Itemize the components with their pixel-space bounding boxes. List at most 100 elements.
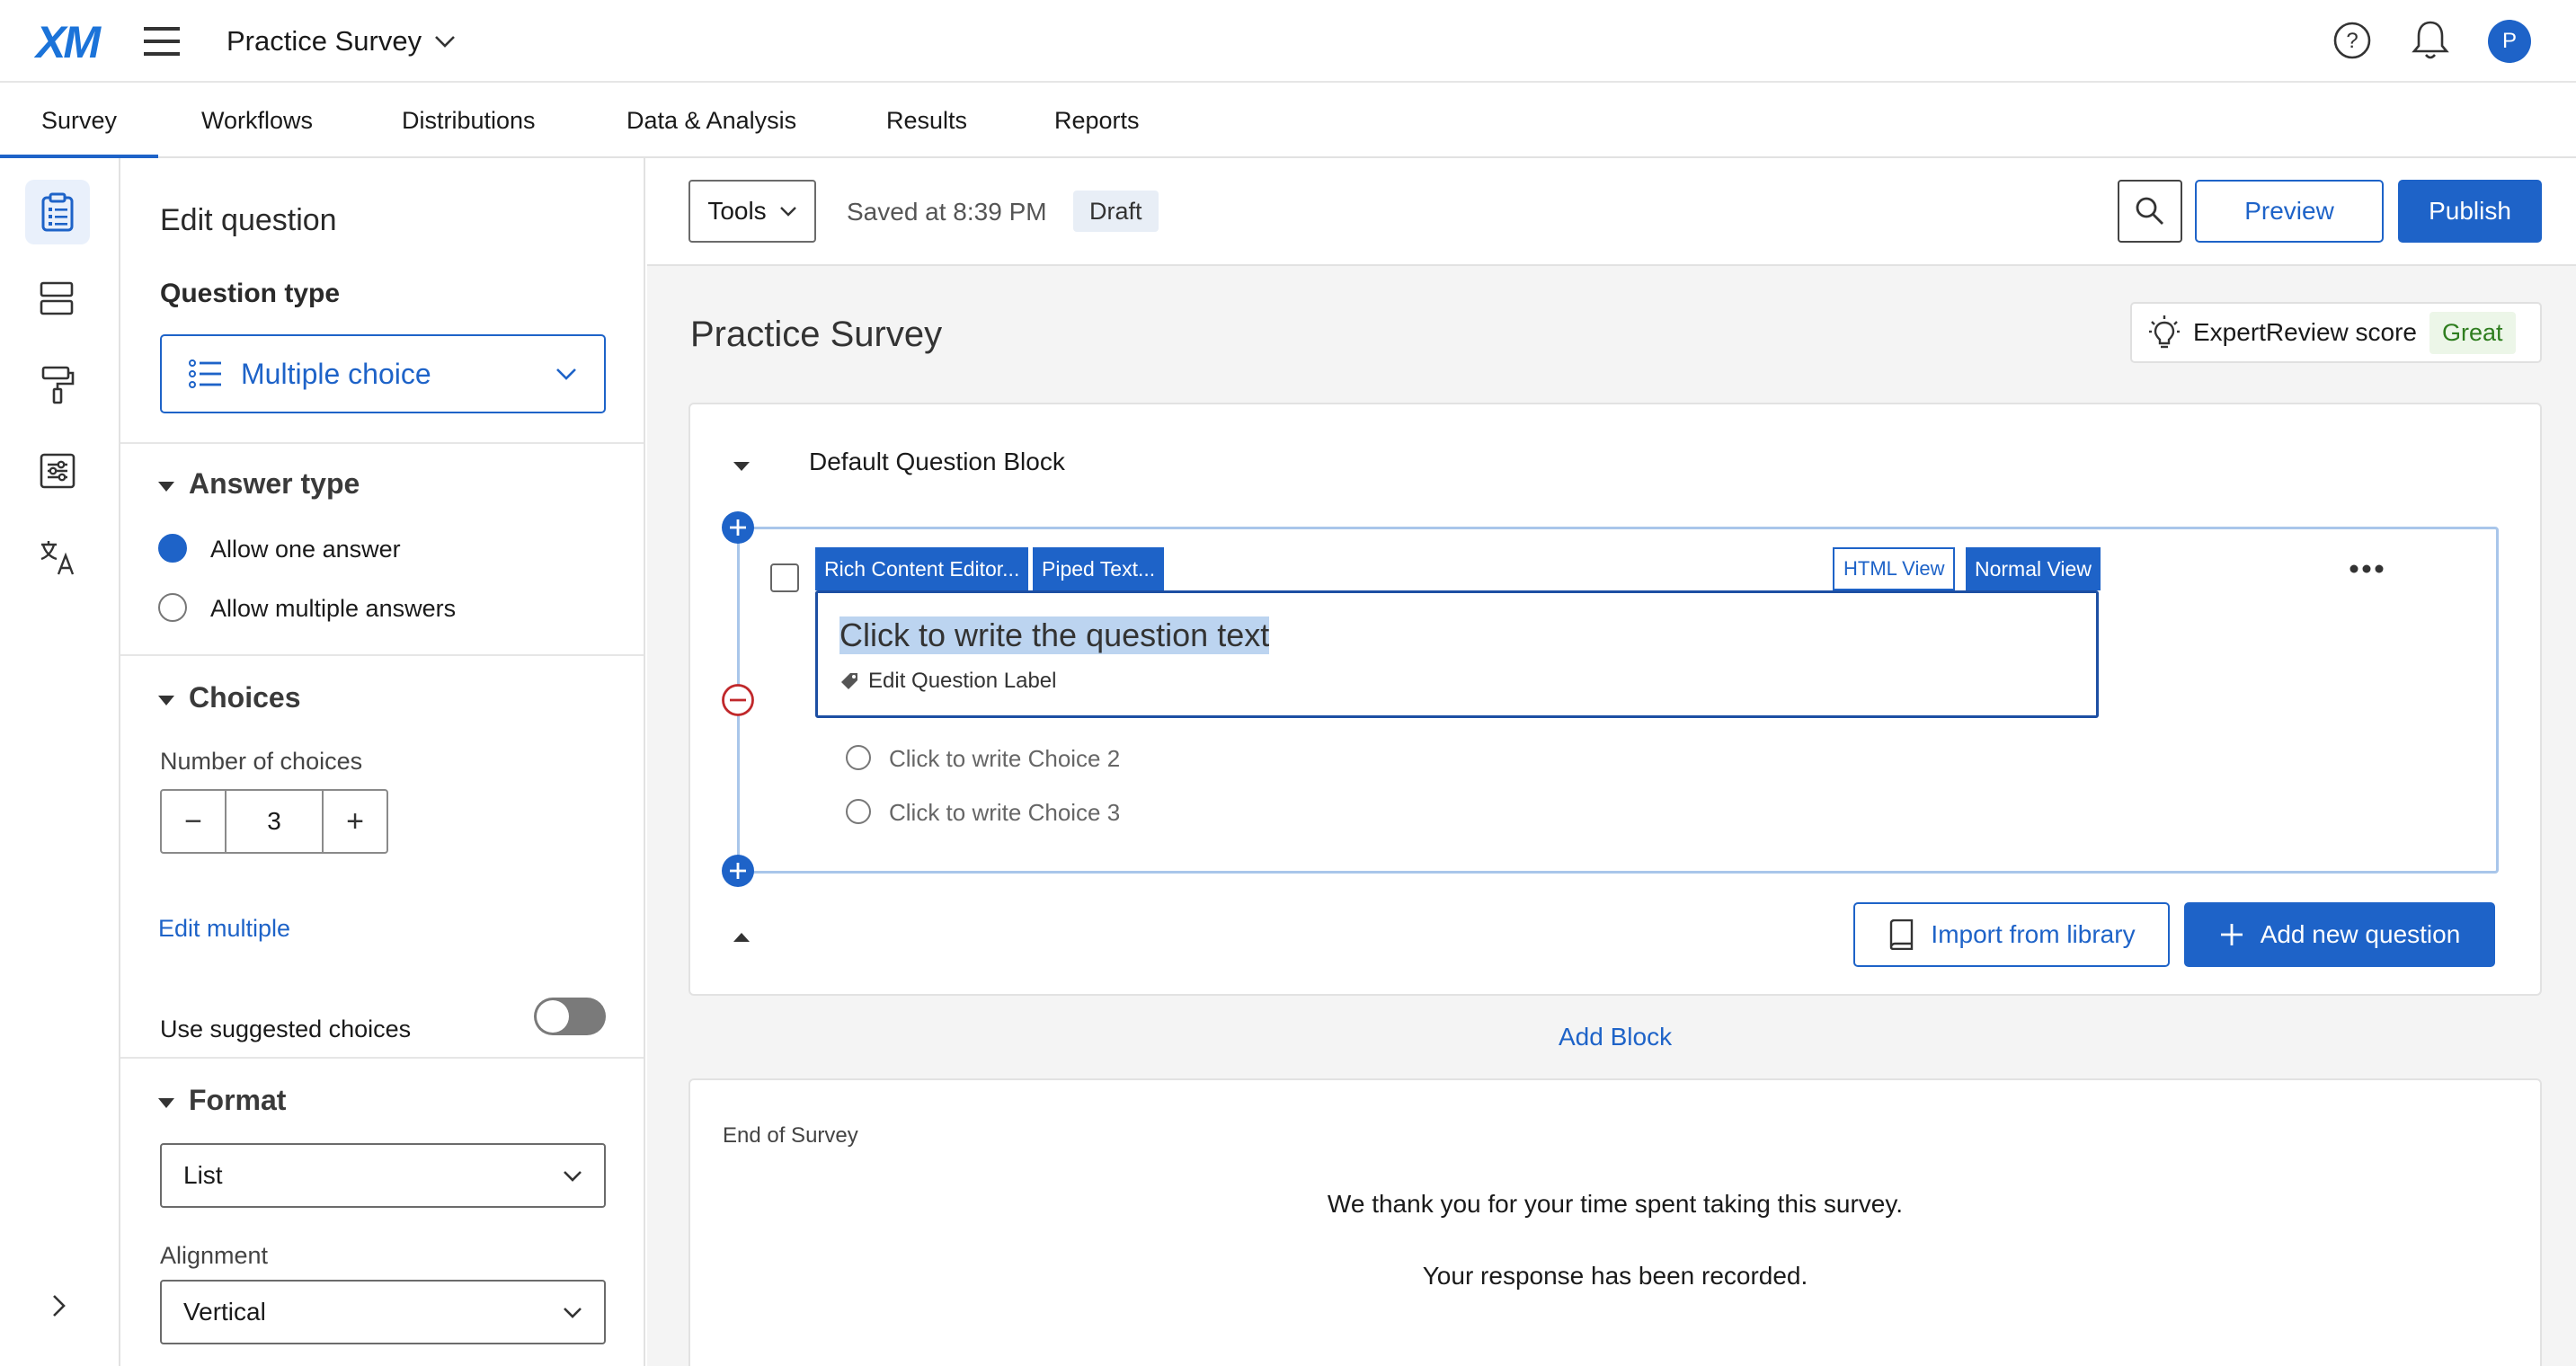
saved-status: Saved at 8:39 PM [847,198,1047,226]
survey-editor-button[interactable] [25,180,90,244]
chevron-down-icon [563,1306,582,1318]
choices-title[interactable]: Choices [189,681,300,714]
collapse-icon[interactable] [158,482,174,492]
collapse-icon[interactable] [158,696,174,705]
question-block: Default Question Block Rich Content Edit… [688,403,2542,996]
decrement-button[interactable]: − [162,791,227,852]
survey-name: Practice Survey [227,25,422,57]
radio-allow-one-answer[interactable] [158,534,187,563]
question-text[interactable]: Click to write the question text [839,616,1270,654]
publish-button[interactable]: Publish [2398,180,2542,243]
add-below-icon[interactable] [721,854,755,888]
chevron-down-icon [779,205,797,217]
question-card[interactable]: Rich Content Editor... Piped Text... HTM… [737,527,2499,874]
question-type-label: Question type [160,279,341,308]
radio-allow-multiple-answers[interactable] [158,593,187,622]
radio-label[interactable]: Allow one answer [210,536,401,563]
expert-review-label: ExpertReview score [2193,318,2417,346]
edit-question-label[interactable]: Edit Question Label [839,669,1056,694]
toggle-knob [537,1000,569,1033]
block-title[interactable]: Default Question Block [809,448,1065,476]
format-value: List [183,1161,223,1189]
end-message-line1[interactable]: We thank you for your time spent taking … [690,1190,2540,1219]
chevron-down-icon [434,34,456,49]
question-type-value: Multiple choice [241,357,431,390]
rich-content-editor-button[interactable]: Rich Content Editor... [815,547,1029,590]
answer-type-title[interactable]: Answer type [189,467,360,501]
collapse-icon[interactable] [158,1098,174,1108]
divider [120,1057,644,1059]
top-bar: XM Practice Survey ? P [0,0,2576,83]
translate-icon [40,541,75,575]
edit-question-panel: Edit question Question type Multiple cho… [120,158,645,1366]
survey-flow-button[interactable] [25,266,90,331]
list-icon [189,359,223,388]
normal-view-button[interactable]: Normal View [1966,547,2101,590]
expand-block-icon[interactable] [733,933,750,942]
bell-icon[interactable] [2411,18,2450,61]
choice-text[interactable]: Click to write Choice 3 [889,799,1120,827]
choices-count[interactable]: 3 [227,807,322,836]
increment-button[interactable]: + [322,791,386,852]
quantity-stepper: − 3 + [160,789,388,854]
avatar[interactable]: P [2488,20,2531,63]
use-suggested-choices-label: Use suggested choices [160,1016,412,1042]
tools-dropdown[interactable]: Tools [688,180,816,243]
edit-multiple-link[interactable]: Edit multiple [158,915,290,943]
question-type-select[interactable]: Multiple choice [160,334,606,413]
radio-choice[interactable] [846,799,871,824]
survey-title[interactable]: Practice Survey [690,315,942,355]
survey-options-button[interactable] [25,439,90,503]
end-message-line2[interactable]: Your response has been recorded. [690,1262,2540,1291]
html-view-button[interactable]: HTML View [1833,547,1956,590]
tab-reports[interactable]: Reports [1054,83,1140,158]
end-of-survey-title: End of Survey [723,1123,858,1148]
format-title[interactable]: Format [189,1084,286,1117]
svg-text:?: ? [2346,29,2358,53]
tab-data-analysis[interactable]: Data & Analysis [626,83,796,158]
sliders-icon [40,453,76,489]
radio-label[interactable]: Allow multiple answers [210,595,456,623]
tab-distributions[interactable]: Distributions [402,83,536,158]
add-above-icon[interactable] [721,510,755,545]
suggested-choices-toggle[interactable] [534,998,606,1035]
piped-text-button[interactable]: Piped Text... [1033,547,1165,590]
radio-choice[interactable] [846,745,871,770]
preview-button[interactable]: Preview [2195,180,2384,243]
add-new-question-button[interactable]: Add new question [2184,902,2495,967]
question-text-editor[interactable]: Click to write the question text Edit Qu… [815,590,2099,718]
more-options-icon[interactable] [2349,563,2388,574]
look-and-feel-button[interactable] [25,352,90,417]
status-badge: Draft [1073,191,1159,232]
tools-label: Tools [707,197,767,225]
chevron-down-icon [555,367,577,381]
tab-survey[interactable]: Survey [0,83,158,158]
survey-name-dropdown[interactable]: Practice Survey [227,20,456,63]
number-of-choices-label: Number of choices [160,748,363,775]
expert-review-button[interactable]: ExpertReview score Great [2130,302,2542,363]
alignment-select[interactable]: Vertical [160,1280,606,1344]
add-question-label: Add new question [2260,920,2461,948]
search-button[interactable] [2118,180,2182,243]
editor-toolbar: Tools Saved at 8:39 PM Draft Preview Pub… [647,158,2576,266]
question-select-checkbox[interactable] [770,563,799,592]
survey-flow-icon [40,281,74,315]
tab-results[interactable]: Results [886,83,967,158]
collapse-block-icon[interactable] [733,462,750,471]
add-block-link[interactable]: Add Block [1559,1023,1672,1051]
choice-text[interactable]: Click to write Choice 2 [889,745,1120,773]
format-select[interactable]: List [160,1143,606,1208]
lightbulb-icon [2148,315,2181,350]
expand-rail-icon[interactable] [49,1292,70,1319]
remove-question-icon[interactable] [721,683,755,717]
chevron-down-icon [563,1169,582,1182]
help-icon[interactable]: ? [2332,20,2373,61]
import-from-library-button[interactable]: Import from library [1853,902,2170,967]
alignment-value: Vertical [183,1298,266,1326]
translate-button[interactable] [25,525,90,590]
xm-logo[interactable]: XM [36,16,101,67]
book-icon [1888,919,1914,950]
tab-workflows[interactable]: Workflows [201,83,313,158]
edit-question-label-text: Edit Question Label [868,669,1057,693]
menu-icon[interactable] [144,25,183,58]
